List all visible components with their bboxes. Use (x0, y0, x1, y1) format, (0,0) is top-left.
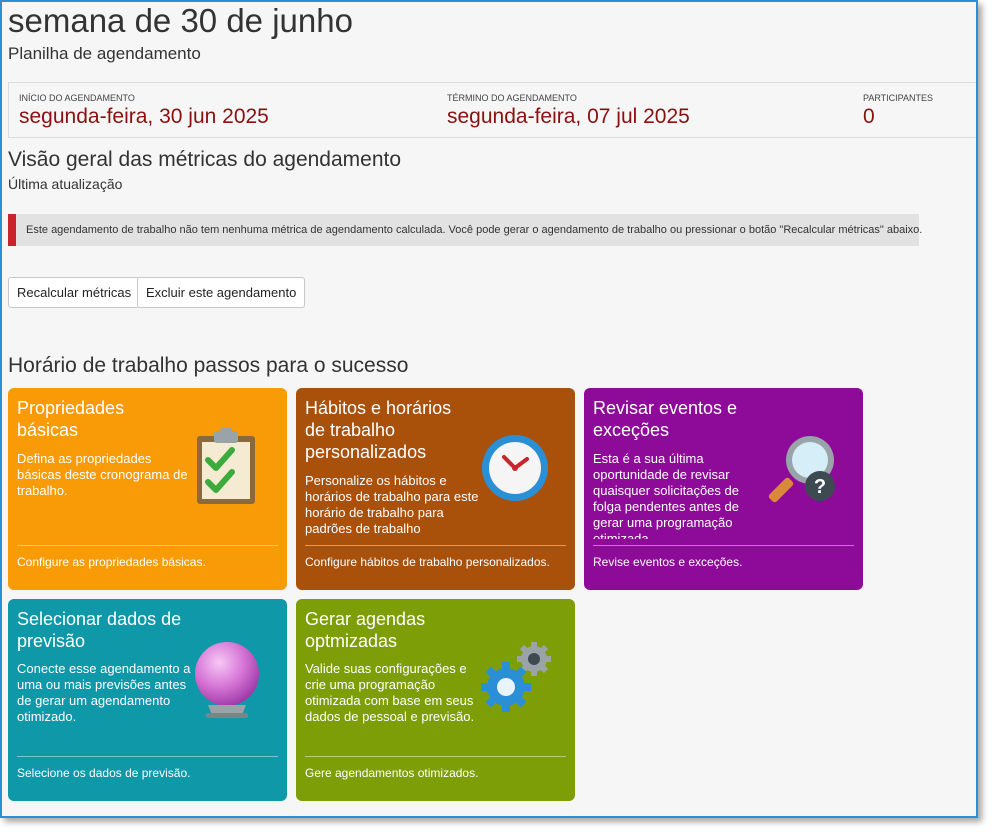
card-footer-link[interactable]: Configure hábitos de trabalho personaliz… (305, 545, 566, 569)
start-label: INÍCIO DO AGENDAMENTO (19, 93, 135, 103)
end-value: segunda-feira, 07 jul 2025 (447, 105, 690, 128)
magnifier-question-icon: ? (768, 432, 842, 511)
schedule-page: semana de 30 de junho Planilha de agenda… (0, 0, 978, 818)
card-review-events[interactable]: Revisar eventos e exceções Esta é a sua … (584, 388, 863, 590)
card-description: Defina as propriedades básicas deste cro… (17, 451, 188, 498)
schedule-info-strip: INÍCIO DO AGENDAMENTO segunda-feira, 30 … (8, 82, 976, 138)
clock-icon (480, 433, 550, 508)
delete-schedule-button[interactable]: Excluir este agendamento (137, 277, 306, 308)
card-description: Personalize os hábitos e horários de tra… (305, 473, 479, 536)
end-info: TÉRMINO DO AGENDAMENTO segunda-feira, 07… (447, 93, 690, 129)
metrics-overview-title: Visão geral das métricas do agendamento (8, 148, 402, 171)
card-footer-link[interactable]: Selecione os dados de previsão. (17, 756, 278, 780)
participants-info: PARTICIPANTES 0 (863, 93, 933, 129)
page-subtitle: Planilha de agendamento (8, 44, 201, 63)
card-footer-link[interactable]: Configure as propriedades básicas. (17, 545, 278, 569)
card-title: Revisar eventos e exceções (593, 398, 738, 440)
start-info: INÍCIO DO AGENDAMENTO segunda-feira, 30 … (19, 93, 269, 129)
page-title: semana de 30 de junho (8, 2, 353, 39)
no-metrics-alert: Este agendamento de trabalho não tem nen… (8, 214, 922, 246)
start-value: segunda-feira, 30 jun 2025 (19, 105, 269, 128)
card-title: Hábitos e horários de trabalho personali… (305, 398, 452, 462)
crystal-ball-icon (194, 641, 260, 724)
gears-icon (478, 641, 554, 722)
end-label: TÉRMINO DO AGENDAMENTO (447, 93, 577, 103)
card-title: Selecionar dados de previsão (17, 609, 182, 651)
recalculate-metrics-button[interactable]: Recalcular métricas (8, 277, 141, 308)
svg-text:?: ? (814, 476, 826, 498)
card-title: Propriedades básicas (17, 398, 125, 440)
card-custom-work-habits[interactable]: Hábitos e horários de trabalho personali… (296, 388, 575, 590)
clipboard-checklist-icon (194, 428, 260, 513)
participants-label: PARTICIPANTES (863, 93, 934, 103)
card-description: Valide suas configurações e crie uma pro… (305, 661, 475, 724)
card-footer-link[interactable]: Revise eventos e exceções. (593, 545, 854, 569)
card-footer-link[interactable]: Gere agendamentos otimizados. (305, 756, 566, 780)
card-description: Esta é a sua última oportunidade de revi… (593, 451, 740, 539)
card-generate-optimized[interactable]: Gerar agendas optmizadas Valide suas con… (296, 599, 575, 801)
participants-value: 0 (863, 105, 875, 128)
card-title: Gerar agendas optmizadas (305, 609, 426, 651)
card-select-forecast[interactable]: Selecionar dados de previsão Conecte ess… (8, 599, 287, 801)
last-updated-label: Última atualização (8, 176, 123, 192)
card-description: Conecte esse agendamento a uma ou mais p… (17, 661, 191, 724)
card-basic-properties[interactable]: Propriedades básicas Defina as proprieda… (8, 388, 287, 590)
steps-section-title: Horário de trabalho passos para o sucess… (8, 354, 409, 377)
